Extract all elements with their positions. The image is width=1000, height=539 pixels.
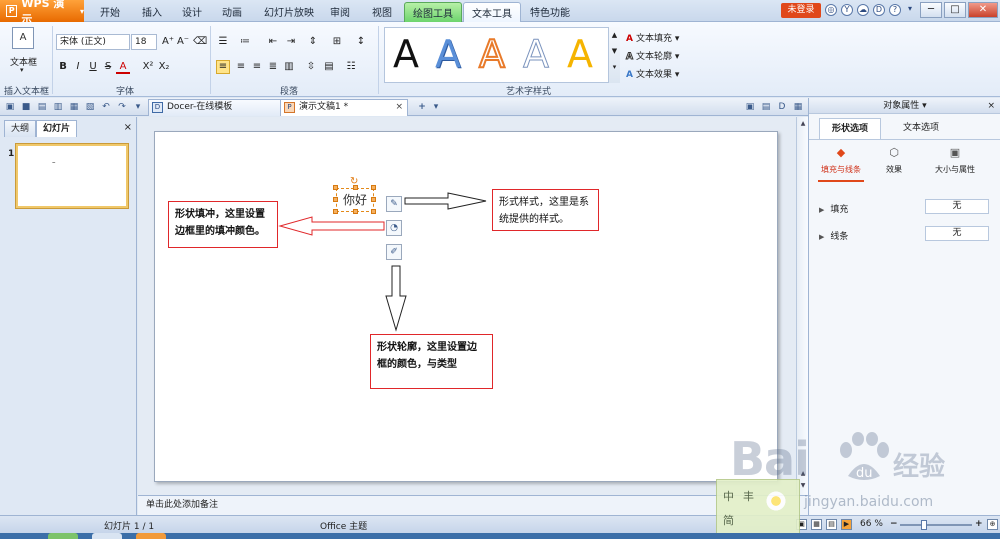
os-taskbar	[0, 533, 1000, 539]
row-line[interactable]: ▶ 线条	[819, 229, 848, 242]
tab-divider	[809, 139, 1000, 140]
zoom-slider[interactable]	[900, 524, 972, 526]
expand-icon: ▶	[819, 206, 825, 214]
line-value[interactable]: 无	[925, 226, 989, 241]
fill-value[interactable]: 无	[925, 199, 989, 214]
slide-count: 幻灯片 1 / 1	[104, 522, 155, 532]
daisy-icon	[765, 490, 787, 512]
cube-icon: ⬡	[889, 146, 899, 159]
arrow-to-style-callout	[404, 192, 487, 210]
notes-placeholder[interactable]: 单击此处添加备注	[138, 495, 808, 515]
zoom-level: 66 %	[860, 519, 883, 529]
tab-text-options[interactable]: 文本选项	[891, 118, 951, 140]
size-icon: ▣	[949, 146, 961, 159]
view-reading-icon[interactable]: ▤	[826, 519, 837, 530]
panel-title: 对象属性 ▾ ×	[809, 98, 1000, 114]
zoom-slider-thumb[interactable]	[921, 520, 927, 530]
fit-window-icon[interactable]: ⊕	[987, 519, 998, 530]
zoom-in-button[interactable]: +	[975, 519, 983, 529]
arrow-to-outline-callout	[385, 265, 407, 332]
svg-text:du: du	[856, 466, 873, 481]
expand-icon: ▶	[819, 233, 825, 241]
status-bar: 幻灯片 1 / 1 Office 主题 ▣ ▦ ▤ ▶ 66 % − + ⊕	[0, 515, 1000, 533]
stamp-watermark: 中 丰 简	[716, 479, 800, 535]
theme-name: Office 主题	[320, 522, 368, 532]
taskbar-app-icon[interactable]	[92, 533, 122, 539]
arrow-to-fill-callout	[278, 216, 385, 236]
subtab-size-properties[interactable]: ▣ 大小与属性	[917, 146, 993, 175]
view-sorter-icon[interactable]: ▦	[811, 519, 822, 530]
taskbar-app-icon[interactable]	[48, 533, 78, 539]
taskbar-app-icon[interactable]	[136, 533, 166, 539]
baidu-jingyan-text: 经验	[893, 452, 946, 482]
tab-shape-options[interactable]: 形状选项	[819, 118, 882, 140]
subtab-fill-line[interactable]: ◆ 填充与线条	[816, 146, 866, 182]
paint-bucket-icon: ◆	[836, 146, 846, 159]
close-panel-icon[interactable]: ×	[987, 98, 995, 114]
zoom-out-button[interactable]: −	[890, 519, 898, 529]
baidu-logo: Bai	[730, 432, 810, 486]
subtab-effects[interactable]: ⬡ 效果	[869, 146, 919, 175]
baidu-paw-icon: du	[840, 432, 889, 481]
play-icon[interactable]: ▶	[841, 519, 852, 530]
row-fill[interactable]: ▶ 填充	[819, 202, 848, 215]
baidu-jingyan-url: jingyan.baidu.com	[804, 494, 934, 510]
